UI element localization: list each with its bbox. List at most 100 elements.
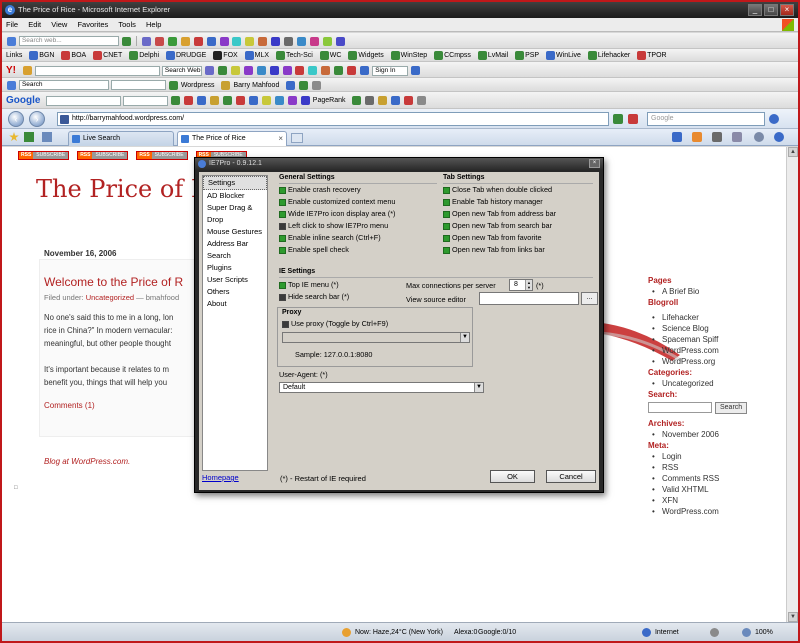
checkbox-unchecked-icon[interactable] [279, 294, 286, 301]
checkbox-checked-icon[interactable] [279, 235, 286, 242]
search-web-button[interactable]: Search Web [161, 65, 202, 76]
toolbar-search-input[interactable] [110, 80, 166, 90]
translate-icon[interactable] [391, 96, 401, 105]
proxy-address-select[interactable]: ▼ [282, 332, 470, 343]
favorites-star-icon[interactable] [9, 132, 19, 142]
opt-wide-icon-area[interactable]: Wide IE7Pro icon display area (*) [279, 209, 395, 219]
web-search-input[interactable]: Search web... [18, 36, 119, 46]
list-item[interactable]: A Brief Bio [652, 286, 784, 297]
chevron-down-icon[interactable]: ▼ [474, 383, 483, 392]
music-icon[interactable] [284, 36, 294, 46]
messenger-icon[interactable] [269, 66, 279, 75]
link-winlive[interactable]: WinLive [556, 52, 581, 59]
maximize-button[interactable]: □ [764, 4, 778, 16]
heart-icon[interactable] [347, 66, 357, 75]
yahoo-logo-icon[interactable]: Y! [6, 65, 16, 76]
photo-icon[interactable] [310, 36, 320, 46]
news-icon[interactable] [297, 36, 307, 46]
close-window-button[interactable]: × [780, 4, 794, 16]
dialog-close-button[interactable]: × [589, 159, 600, 168]
opt-tab-from-address[interactable]: Open new Tab from address bar [443, 209, 556, 219]
max-connections-stepper[interactable]: 8 ▲ ▼ [509, 279, 533, 291]
weather-status[interactable]: Now: Haze,24°C (New York) [342, 623, 443, 641]
nav-address-bar[interactable]: Address Bar [203, 238, 267, 250]
games-icon[interactable] [323, 36, 333, 46]
list-item[interactable]: Uncategorized [652, 378, 784, 389]
ok-button[interactable]: OK [490, 470, 535, 483]
search-engine-select[interactable]: Search [18, 80, 109, 90]
nav-mouse-gestures[interactable]: Mouse Gestures [203, 226, 267, 238]
google-search-input[interactable] [46, 95, 122, 106]
rss-subscribe-button[interactable]: RSS SUBSCRIBE [136, 151, 188, 160]
protected-mode-icon[interactable] [710, 623, 721, 641]
view-source-input[interactable] [479, 292, 579, 305]
post-title[interactable]: Welcome to the Price of R [44, 275, 183, 289]
menu-help[interactable]: Help [142, 18, 165, 32]
scroll-down-icon[interactable]: ▼ [788, 612, 798, 622]
sidebar-search-button[interactable]: Search [715, 402, 748, 414]
stop-icon[interactable] [628, 114, 638, 124]
security-zone[interactable]: Internet [642, 623, 679, 641]
bookmark-icon[interactable] [217, 66, 227, 75]
checkbox-checked-icon[interactable] [279, 211, 286, 218]
link-psp[interactable]: PSP [525, 52, 539, 59]
opt-left-click-menu[interactable]: Left click to show IE7Pro menu [279, 221, 388, 231]
nav-search[interactable]: Search [203, 250, 267, 262]
music-icon[interactable] [282, 66, 292, 75]
menu-view[interactable]: View [47, 18, 71, 32]
menu-file[interactable]: File [2, 18, 22, 32]
nav-ad-blocker[interactable]: AD Blocker [203, 190, 267, 202]
link-bgn[interactable]: BGN [39, 52, 54, 59]
link-tpor[interactable]: TPOR [647, 52, 666, 59]
comments-link[interactable]: Comments (1) [44, 401, 95, 410]
flag-icon[interactable] [193, 36, 203, 46]
chat-icon[interactable] [219, 36, 229, 46]
menu-favorites[interactable]: Favorites [73, 18, 112, 32]
link-fox[interactable]: FOX [223, 52, 237, 59]
nav-about[interactable]: About [203, 298, 267, 310]
star-icon[interactable] [180, 36, 190, 46]
category-link[interactable]: Uncategorized [86, 293, 134, 302]
highlight-icon[interactable] [204, 66, 214, 75]
back-button[interactable]: ‹ [8, 111, 24, 127]
tools-gear-icon[interactable] [754, 132, 764, 142]
list-item[interactable]: WordPress.org [652, 356, 784, 367]
weather-icon[interactable] [258, 36, 268, 46]
maps-icon[interactable] [223, 96, 233, 105]
sidebar-search-input[interactable] [648, 402, 712, 413]
list-item[interactable]: Valid XHTML [652, 484, 784, 495]
opt-tab-from-links[interactable]: Open new Tab from links bar [443, 245, 545, 255]
autofill-icon[interactable] [378, 96, 388, 105]
link-boa[interactable]: BOA [71, 52, 86, 59]
finance-icon[interactable] [334, 66, 344, 75]
pen-icon[interactable] [411, 66, 421, 75]
plus-icon[interactable] [167, 36, 177, 46]
nav-settings[interactable]: Settings [203, 176, 267, 190]
go-icon[interactable] [171, 96, 181, 105]
menu-edit[interactable]: Edit [24, 18, 45, 32]
spin-arrows-icon[interactable]: ▲ ▼ [525, 280, 532, 290]
checkbox-checked-icon[interactable] [443, 187, 450, 194]
shopping-icon[interactable] [321, 66, 331, 75]
menu-tools[interactable]: Tools [114, 18, 140, 32]
groups-icon[interactable] [243, 66, 253, 75]
opt-tab-from-favorite[interactable]: Open new Tab from favorite [443, 233, 542, 243]
link-drudge[interactable]: DRUDGE [176, 52, 206, 59]
checkbox-checked-icon[interactable] [279, 187, 286, 194]
nav-super-drag-drop[interactable]: Super Drag & Drop [203, 202, 267, 226]
settings-icon[interactable] [360, 66, 370, 75]
gmail-icon[interactable] [236, 96, 246, 105]
link-lifehacker[interactable]: Lifehacker [598, 52, 630, 59]
feeds-icon[interactable] [692, 132, 702, 142]
refresh-icon[interactable] [613, 114, 623, 124]
list-item[interactable]: Comments RSS [652, 473, 784, 484]
calendar-icon[interactable] [249, 96, 259, 105]
help-icon[interactable] [774, 132, 784, 142]
address-input[interactable]: http://barrymahfood.wordpress.com/ [57, 112, 609, 126]
opt-tab-history[interactable]: Enable Tab history manager [443, 197, 543, 207]
link-winstep[interactable]: WinStep [401, 52, 427, 59]
yahoo-search-input[interactable] [34, 65, 160, 76]
link-tech-sci[interactable]: Tech-Sci [286, 52, 313, 59]
search-icon[interactable] [769, 114, 779, 124]
vertical-scrollbar[interactable]: ▲ ▼ [786, 147, 798, 622]
